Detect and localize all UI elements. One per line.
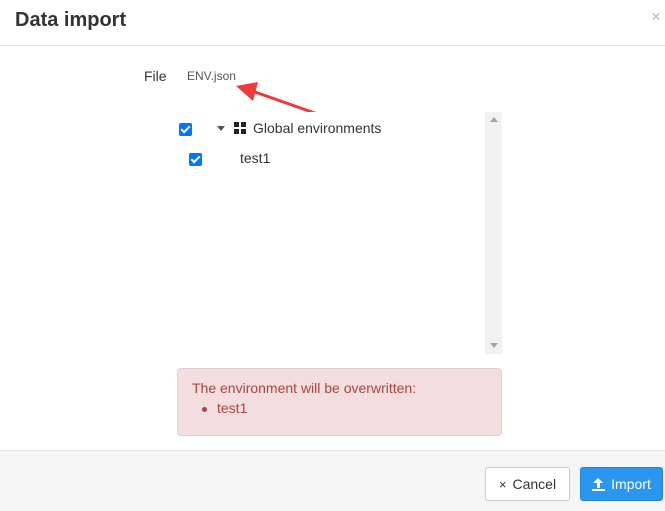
scroll-down-icon[interactable]	[490, 343, 498, 348]
global-environments-checkbox[interactable]	[179, 123, 192, 136]
import-button[interactable]: Import	[580, 467, 663, 501]
file-label: File	[144, 68, 167, 84]
test1-label[interactable]: test1	[240, 150, 270, 166]
environment-tree	[168, 112, 502, 354]
alert-list-item: test1	[202, 400, 247, 416]
upload-icon	[592, 477, 606, 491]
scroll-up-icon[interactable]	[490, 117, 498, 122]
data-import-dialog: Data import × File ENV.json Global envir…	[0, 0, 665, 511]
test1-checkbox[interactable]	[189, 153, 202, 166]
dialog-footer: × Cancel Import	[0, 450, 665, 511]
caret-down-icon[interactable]	[217, 126, 225, 131]
overwrite-warning-alert: The environment will be overwritten: tes…	[177, 368, 502, 436]
file-name: ENV.json	[187, 69, 236, 83]
grid-icon	[234, 122, 247, 134]
alert-message: The environment will be overwritten:	[192, 380, 417, 396]
cancel-button-label: Cancel	[512, 476, 557, 492]
global-environments-label[interactable]: Global environments	[253, 120, 381, 136]
close-icon: ×	[498, 476, 507, 492]
import-button-label: Import	[611, 476, 651, 492]
tree-scrollbar[interactable]	[485, 112, 502, 354]
dialog-header: Data import ×	[0, 0, 665, 46]
cancel-button[interactable]: × Cancel	[485, 467, 570, 501]
alert-list: test1	[202, 400, 247, 416]
close-icon[interactable]: ×	[652, 8, 660, 24]
dialog-title: Data import	[15, 9, 127, 31]
